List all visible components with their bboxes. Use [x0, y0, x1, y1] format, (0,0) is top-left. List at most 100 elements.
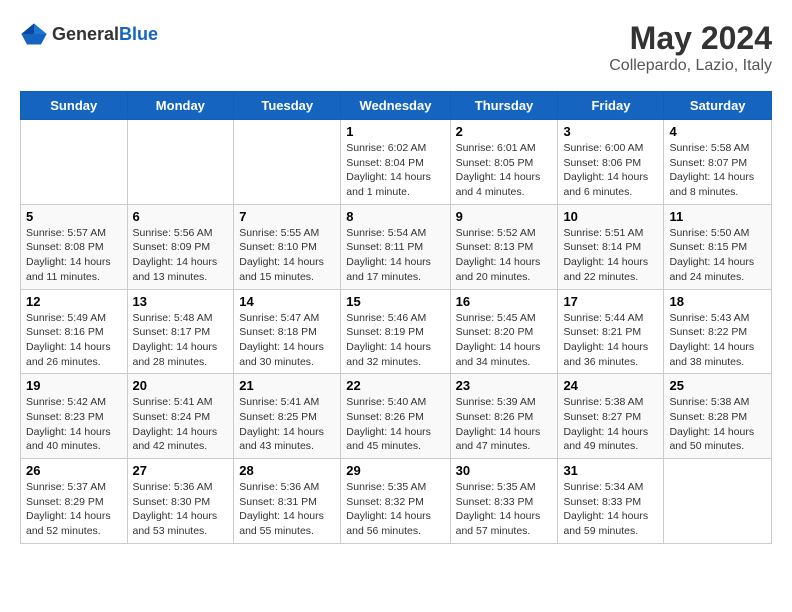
week-row-5: 26 Sunrise: 5:37 AM Sunset: 8:29 PM Dayli…: [21, 459, 772, 544]
day-header-tuesday: Tuesday: [234, 92, 341, 120]
date-number: 21: [239, 378, 335, 393]
calendar-cell: 8Sunrise: 5:54 AM Sunset: 8:11 PM Daylig…: [341, 204, 450, 289]
date-number: 13: [133, 294, 229, 309]
date-number: 25: [669, 378, 766, 393]
days-header-row: SundayMondayTuesdayWednesdayThursdayFrid…: [21, 92, 772, 120]
cell-info: Sunrise: 5:50 AM Sunset: 8:15 PM Dayligh…: [669, 226, 766, 285]
cell-info: Sunrise: 5:46 AM Sunset: 8:19 PM Dayligh…: [346, 311, 444, 370]
calendar-cell: 20Sunrise: 5:41 AM Sunset: 8:24 PM Dayli…: [127, 374, 234, 459]
cell-info: Sunrise: 6:02 AM Sunset: 8:04 PM Dayligh…: [346, 141, 444, 200]
calendar-cell: 1 Sunrise: 6:02 AM Sunset: 8:04 PM Daylig…: [341, 120, 450, 205]
calendar-cell: 19Sunrise: 5:42 AM Sunset: 8:23 PM Dayli…: [21, 374, 128, 459]
date-number: 12: [26, 294, 122, 309]
calendar-cell: 26 Sunrise: 5:37 AM Sunset: 8:29 PM Dayli…: [21, 459, 128, 544]
cell-info: Sunrise: 5:54 AM Sunset: 8:11 PM Dayligh…: [346, 226, 444, 285]
calendar-cell: 4Sunrise: 5:58 AM Sunset: 8:07 PM Daylig…: [664, 120, 772, 205]
cell-info: Sunrise: 5:41 AM Sunset: 8:25 PM Dayligh…: [239, 395, 335, 454]
date-number: 30: [456, 463, 553, 478]
cell-info: Sunrise: 5:52 AM Sunset: 8:13 PM Dayligh…: [456, 226, 553, 285]
date-number: 2: [456, 124, 553, 139]
cell-info: Sunrise: 5:37 AM Sunset: 8:29 PM Dayligh…: [26, 480, 122, 539]
date-number: 18: [669, 294, 766, 309]
calendar-cell: [21, 120, 128, 205]
calendar-cell: 16Sunrise: 5:45 AM Sunset: 8:20 PM Dayli…: [450, 289, 558, 374]
day-header-saturday: Saturday: [664, 92, 772, 120]
date-number: 9: [456, 209, 553, 224]
cell-info: Sunrise: 5:55 AM Sunset: 8:10 PM Dayligh…: [239, 226, 335, 285]
calendar-cell: 28 Sunrise: 5:36 AM Sunset: 8:31 PM Dayli…: [234, 459, 341, 544]
date-number: 27: [133, 463, 229, 478]
calendar-cell: 31 Sunrise: 5:34 AM Sunset: 8:33 PM Dayli…: [558, 459, 664, 544]
date-number: 11: [669, 209, 766, 224]
calendar-cell: 18 Sunrise: 5:43 AM Sunset: 8:22 PM Dayli…: [664, 289, 772, 374]
page-header: GeneralBlue May 2024 Collepardo, Lazio, …: [20, 20, 772, 75]
date-number: 19: [26, 378, 122, 393]
logo-general-text: General: [52, 24, 119, 44]
date-number: 15: [346, 294, 444, 309]
cell-info: Sunrise: 5:40 AM Sunset: 8:26 PM Dayligh…: [346, 395, 444, 454]
main-title: May 2024: [609, 20, 772, 57]
date-number: 31: [563, 463, 658, 478]
day-header-thursday: Thursday: [450, 92, 558, 120]
date-number: 6: [133, 209, 229, 224]
cell-info: Sunrise: 5:35 AM Sunset: 8:33 PM Dayligh…: [456, 480, 553, 539]
calendar-cell: 25 Sunrise: 5:38 AM Sunset: 8:28 PM Dayli…: [664, 374, 772, 459]
date-number: 14: [239, 294, 335, 309]
cell-info: Sunrise: 5:36 AM Sunset: 8:30 PM Dayligh…: [133, 480, 229, 539]
cell-info: Sunrise: 5:43 AM Sunset: 8:22 PM Dayligh…: [669, 311, 766, 370]
date-number: 17: [563, 294, 658, 309]
week-row-3: 12 Sunrise: 5:49 AM Sunset: 8:16 PM Dayli…: [21, 289, 772, 374]
date-number: 28: [239, 463, 335, 478]
calendar-cell: 7 Sunrise: 5:55 AM Sunset: 8:10 PM Daylig…: [234, 204, 341, 289]
calendar-cell: 14 Sunrise: 5:47 AM Sunset: 8:18 PM Dayli…: [234, 289, 341, 374]
calendar-cell: 17Sunrise: 5:44 AM Sunset: 8:21 PM Dayli…: [558, 289, 664, 374]
title-area: May 2024 Collepardo, Lazio, Italy: [609, 20, 772, 75]
calendar-cell: 13 Sunrise: 5:48 AM Sunset: 8:17 PM Dayli…: [127, 289, 234, 374]
cell-info: Sunrise: 5:58 AM Sunset: 8:07 PM Dayligh…: [669, 141, 766, 200]
cell-info: Sunrise: 5:51 AM Sunset: 8:14 PM Dayligh…: [563, 226, 658, 285]
date-number: 24: [563, 378, 658, 393]
date-number: 3: [563, 124, 658, 139]
day-header-wednesday: Wednesday: [341, 92, 450, 120]
date-number: 5: [26, 209, 122, 224]
calendar-cell: 5 Sunrise: 5:57 AM Sunset: 8:08 PM Daylig…: [21, 204, 128, 289]
calendar-cell: 6Sunrise: 5:56 AM Sunset: 8:09 PM Daylig…: [127, 204, 234, 289]
subtitle: Collepardo, Lazio, Italy: [609, 57, 772, 75]
calendar-cell: 23 Sunrise: 5:39 AM Sunset: 8:26 PM Dayli…: [450, 374, 558, 459]
calendar-cell: 9 Sunrise: 5:52 AM Sunset: 8:13 PM Daylig…: [450, 204, 558, 289]
calendar-cell: [664, 459, 772, 544]
cell-info: Sunrise: 6:00 AM Sunset: 8:06 PM Dayligh…: [563, 141, 658, 200]
date-number: 1: [346, 124, 444, 139]
date-number: 20: [133, 378, 229, 393]
day-header-monday: Monday: [127, 92, 234, 120]
cell-info: Sunrise: 5:38 AM Sunset: 8:28 PM Dayligh…: [669, 395, 766, 454]
day-header-sunday: Sunday: [21, 92, 128, 120]
calendar-cell: 3 Sunrise: 6:00 AM Sunset: 8:06 PM Daylig…: [558, 120, 664, 205]
week-row-2: 5 Sunrise: 5:57 AM Sunset: 8:08 PM Daylig…: [21, 204, 772, 289]
date-number: 23: [456, 378, 553, 393]
week-row-1: 1 Sunrise: 6:02 AM Sunset: 8:04 PM Daylig…: [21, 120, 772, 205]
date-number: 26: [26, 463, 122, 478]
calendar-table: SundayMondayTuesdayWednesdayThursdayFrid…: [20, 91, 772, 544]
cell-info: Sunrise: 5:38 AM Sunset: 8:27 PM Dayligh…: [563, 395, 658, 454]
cell-info: Sunrise: 5:45 AM Sunset: 8:20 PM Dayligh…: [456, 311, 553, 370]
day-header-friday: Friday: [558, 92, 664, 120]
date-number: 22: [346, 378, 444, 393]
calendar-cell: [127, 120, 234, 205]
cell-info: Sunrise: 5:49 AM Sunset: 8:16 PM Dayligh…: [26, 311, 122, 370]
calendar-cell: 29Sunrise: 5:35 AM Sunset: 8:32 PM Dayli…: [341, 459, 450, 544]
calendar-cell: 27 Sunrise: 5:36 AM Sunset: 8:30 PM Dayli…: [127, 459, 234, 544]
logo-blue-text: Blue: [119, 24, 158, 44]
cell-info: Sunrise: 5:57 AM Sunset: 8:08 PM Dayligh…: [26, 226, 122, 285]
calendar-cell: 2Sunrise: 6:01 AM Sunset: 8:05 PM Daylig…: [450, 120, 558, 205]
cell-info: Sunrise: 5:48 AM Sunset: 8:17 PM Dayligh…: [133, 311, 229, 370]
cell-info: Sunrise: 5:47 AM Sunset: 8:18 PM Dayligh…: [239, 311, 335, 370]
cell-info: Sunrise: 5:36 AM Sunset: 8:31 PM Dayligh…: [239, 480, 335, 539]
cell-info: Sunrise: 5:34 AM Sunset: 8:33 PM Dayligh…: [563, 480, 658, 539]
calendar-cell: 22 Sunrise: 5:40 AM Sunset: 8:26 PM Dayli…: [341, 374, 450, 459]
calendar-cell: 21 Sunrise: 5:41 AM Sunset: 8:25 PM Dayli…: [234, 374, 341, 459]
cell-info: Sunrise: 5:39 AM Sunset: 8:26 PM Dayligh…: [456, 395, 553, 454]
calendar-cell: 11 Sunrise: 5:50 AM Sunset: 8:15 PM Dayli…: [664, 204, 772, 289]
date-number: 7: [239, 209, 335, 224]
calendar-cell: 30 Sunrise: 5:35 AM Sunset: 8:33 PM Dayli…: [450, 459, 558, 544]
